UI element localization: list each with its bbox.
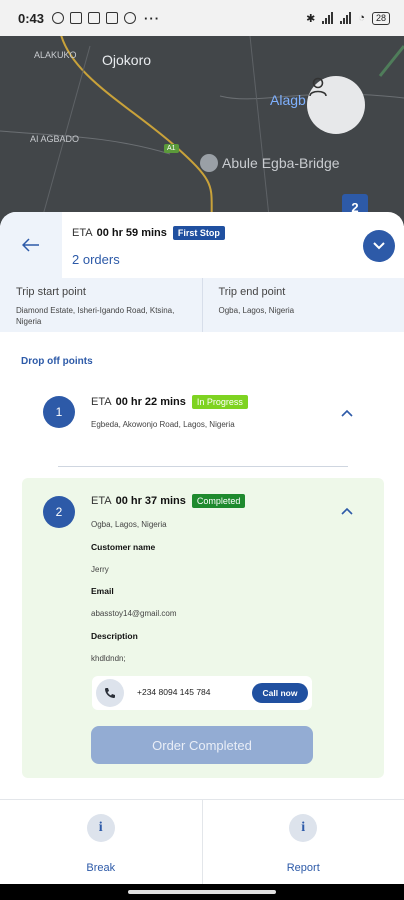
trip-end-value: Ogba, Lagos, Nigeria: [218, 306, 295, 315]
email-label: Email: [91, 586, 114, 596]
signal-2-icon: [340, 12, 352, 24]
stop-eta: ETA 00 hr 22 mins In Progress: [91, 395, 248, 409]
drop-off-stop-completed[interactable]: 2 ETA 00 hr 37 mins Completed Ogba, Lago…: [22, 478, 384, 778]
system-nav-bar: [0, 884, 404, 900]
break-button[interactable]: i Break: [0, 800, 203, 885]
trip-points: Trip start point Diamond Estate, Isheri-…: [0, 278, 404, 332]
stop-number: 2: [43, 496, 75, 528]
stop-number: 1: [43, 396, 75, 428]
drop-off-stop[interactable]: 1 ETA 00 hr 22 mins In Progress Egbeda, …: [22, 382, 384, 462]
phone-glyph: [105, 688, 115, 698]
trip-sheet: ETA 00 hr 59 mins First Stop 2 orders Tr…: [0, 212, 404, 900]
phone-icon[interactable]: [96, 679, 124, 707]
chevron-up-icon[interactable]: [340, 408, 354, 418]
sim-icon: [106, 12, 119, 24]
road-shield: A1: [164, 144, 179, 153]
chevron-down-icon: [373, 242, 385, 250]
transit-pin-icon: [200, 154, 218, 172]
sheet-header: ETA 00 hr 59 mins First Stop 2 orders: [0, 212, 404, 278]
trip-end: Trip end point Ogba, Lagos, Nigeria: [201, 278, 404, 332]
info-icon: i: [289, 814, 318, 842]
status-time: 0:43: [18, 10, 45, 26]
signal-icon: [322, 12, 334, 24]
header-eta: ETA 00 hr 59 mins First Stop: [72, 226, 225, 240]
bottom-actions: i Break i Report: [0, 799, 404, 885]
eta-value: 00 hr 59 mins: [96, 227, 167, 239]
stop-divider: [58, 466, 348, 467]
status-bar: 0:43 ··· ✱ ◔ 28: [0, 0, 404, 36]
trip-start: Trip start point Diamond Estate, Isheri-…: [0, 278, 202, 332]
customer-name-label: Customer name: [91, 542, 156, 552]
back-button[interactable]: [0, 212, 62, 278]
more-notifications: ···: [144, 10, 161, 26]
stop-address: Ogba, Lagos, Nigeria: [91, 520, 167, 529]
first-stop-badge: First Stop: [172, 226, 225, 240]
arrow-left-icon: [22, 238, 39, 252]
map-label-alakuko: ALAKUKO: [34, 50, 77, 60]
order-completed-button[interactable]: Order Completed: [91, 726, 313, 764]
chevron-up-icon[interactable]: [340, 506, 354, 516]
linkedin-icon: [88, 12, 101, 24]
trip-start-value: Diamond Estate, Isheri-Igando Road, Ktsi…: [16, 306, 175, 326]
whatsapp-icon: [124, 12, 137, 24]
trip-end-title: Trip end point: [218, 286, 286, 298]
map-label-ojokoro: Ojokoro: [102, 52, 152, 68]
customer-name-value: Jerry: [91, 565, 109, 574]
report-label: Report: [286, 862, 320, 874]
trip-start-title: Trip start point: [16, 286, 86, 298]
app-notification-icon: [70, 12, 83, 24]
orders-count: 2 orders: [72, 252, 120, 267]
break-label: Break: [86, 862, 116, 874]
map-view[interactable]: ALAKUKO Ojokoro AI AGBADO Alagb A1 Abule…: [0, 36, 404, 226]
stop-address: Egbeda, Akowonjo Road, Lagos, Nigeria: [91, 420, 235, 429]
stop-eta: ETA 00 hr 37 mins Completed: [91, 494, 246, 508]
stop-eta-label: ETA: [91, 396, 112, 408]
description-label: Description: [91, 631, 138, 641]
alarm-icon: [52, 12, 65, 24]
report-button[interactable]: i Report: [202, 800, 404, 885]
info-icon: i: [86, 814, 115, 842]
description-value: khdldndn;: [91, 654, 126, 663]
call-now-button[interactable]: Call now: [252, 683, 308, 703]
stop-eta-value: 00 hr 22 mins: [115, 396, 186, 408]
completed-badge: Completed: [191, 494, 246, 508]
map-label-alagbo: Alagb: [270, 92, 306, 108]
phone-card: +234 8094 145 784 Call now: [92, 676, 312, 710]
battery-icon: 28: [371, 11, 390, 25]
map-label-agbado: AI AGBADO: [30, 134, 80, 144]
home-gesture-bar[interactable]: [128, 890, 276, 894]
wifi-icon: ◔: [358, 12, 365, 24]
stop-eta-label: ETA: [91, 495, 112, 507]
stop-eta-value: 00 hr 37 mins: [115, 495, 186, 507]
email-value: abasstoy14@gmail.com: [91, 609, 177, 618]
profile-button[interactable]: [307, 76, 365, 134]
map-label-abule: Abule Egba-Bridge: [222, 155, 340, 171]
in-progress-badge: In Progress: [191, 395, 248, 409]
eta-label: ETA: [72, 227, 93, 239]
person-icon: [309, 77, 327, 97]
map-poi-abule-egba[interactable]: Abule Egba-Bridge: [200, 154, 340, 172]
phone-number: +234 8094 145 784: [137, 687, 211, 697]
bluetooth-icon: ✱: [306, 12, 316, 25]
drop-off-title: Drop off points: [21, 356, 93, 367]
collapse-sheet-button[interactable]: [363, 230, 395, 262]
